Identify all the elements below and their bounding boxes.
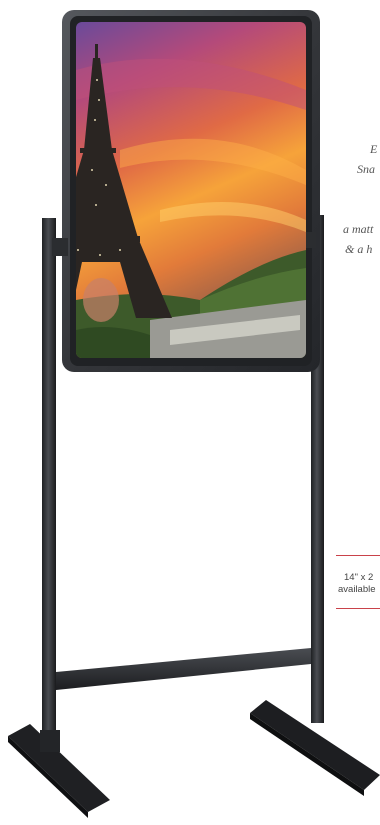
side-copy-line-1: E [370,142,378,156]
side-copy-line-4: & a h [345,242,373,256]
side-copy-line-3: a matt [343,222,374,236]
size-spec-box: 14" x 2 available [336,555,380,609]
product-display: E Sna a matt & a h 14" x 2 available [0,0,380,825]
side-copy-line-2: Sna [357,162,375,176]
left-foot [8,724,110,818]
size-spec-line-1: 14" x 2 [344,572,374,583]
left-upright-pole [42,218,56,748]
eiffel-tower-poster [76,22,306,358]
size-spec-line-2: available [338,584,376,595]
lower-crossbar [56,648,311,690]
poster-stand-illustration [8,10,380,818]
